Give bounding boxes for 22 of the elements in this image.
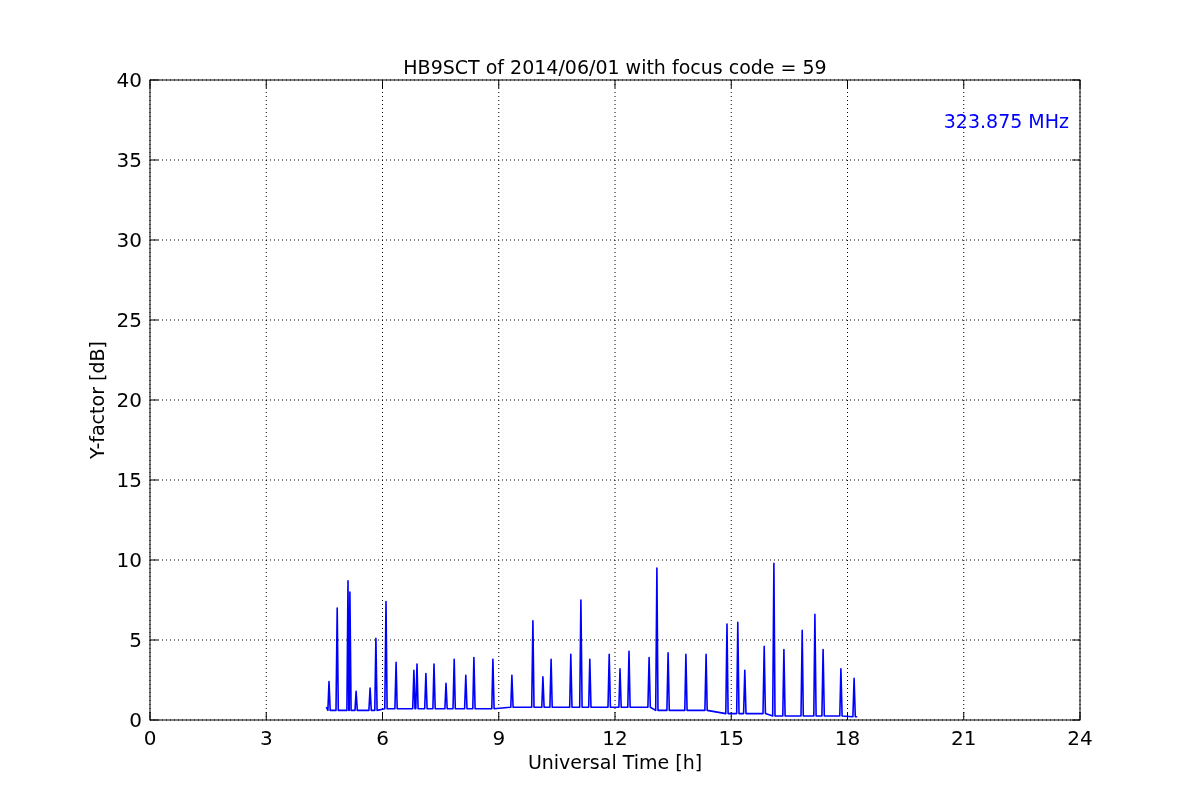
axis-title: Universal Time [h] [527, 751, 703, 773]
tick-label: 30 [116, 228, 142, 252]
tick-label: 6 [376, 726, 389, 750]
tick-label: 24 [1067, 726, 1093, 750]
tick-label: 40 [116, 68, 142, 92]
axis-title: Y-factor [dB] [86, 341, 108, 459]
tick-label: 0 [129, 708, 142, 732]
tick-label: 20 [116, 388, 142, 412]
tick-label: 0 [143, 726, 157, 750]
tick-label: 12 [602, 726, 628, 750]
tick-label: 9 [492, 726, 506, 750]
chart-title: HB9SCT of 2014/06/01 with focus code = 59 [403, 56, 827, 78]
tick-label: 15 [718, 726, 744, 750]
tick-label: 10 [116, 548, 142, 572]
tick-label: 18 [834, 726, 861, 750]
tick-label: 5 [129, 628, 142, 652]
tick-label: 35 [116, 148, 142, 172]
tick-label: 25 [116, 308, 142, 332]
tick-label: 15 [116, 468, 142, 492]
tick-label: 21 [951, 726, 977, 750]
series-label: 323.875 MHz [943, 110, 1069, 132]
tick-label: 3 [259, 726, 273, 750]
